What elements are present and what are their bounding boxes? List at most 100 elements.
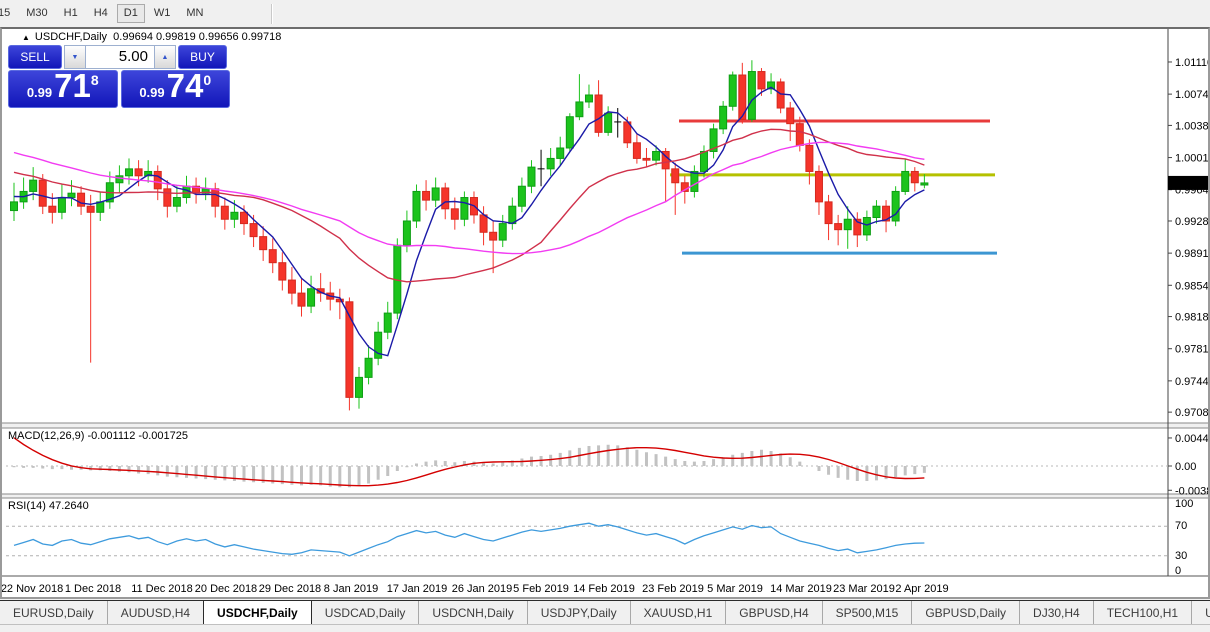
candle-body <box>124 168 133 177</box>
date-axis[interactable]: 22 Nov 2018 1 Dec 2018 11 Dec 2018 20 Dec 2… <box>2 583 949 595</box>
sell-price-button[interactable]: 0.99 71 8 <box>8 69 118 108</box>
price-tick-label: 1.01110 <box>1175 57 1208 69</box>
candle-body <box>450 208 459 220</box>
candle-body <box>891 190 900 222</box>
date-tick-label: 22 Nov 2018 <box>2 583 63 595</box>
timeframe-h1[interactable]: H1 <box>57 4 85 23</box>
candle-body <box>757 71 766 90</box>
chart-tab-gbpusd-daily[interactable]: GBPUSD,Daily <box>911 601 1019 625</box>
timeframe-15[interactable]: 15 <box>0 4 17 23</box>
candle-body <box>422 190 431 201</box>
timeframe-w1[interactable]: W1 <box>147 4 178 23</box>
panel-splitter[interactable] <box>2 494 1208 498</box>
price-tick-label: 0.98180 <box>1175 312 1208 324</box>
candle-body <box>862 217 871 236</box>
chart-tab-usdchf-daily[interactable]: USDCHF,Daily <box>203 600 312 625</box>
volume-increase-button[interactable]: ▲ <box>154 45 176 69</box>
candle-body <box>843 218 852 231</box>
candle-body <box>163 188 172 207</box>
chart-tab-usdcnh-daily[interactable]: USDCNH,Daily <box>418 601 526 625</box>
chart-tab-audusd-h4[interactable]: AUDUSD,H4 <box>106 601 203 625</box>
chart-tab-ukc[interactable]: UKC <box>1191 601 1210 625</box>
date-tick-label: 5 Feb 2019 <box>513 583 569 595</box>
volume-input[interactable]: 5.00 <box>86 45 154 69</box>
date-tick-label: 14 Feb 2019 <box>573 583 635 595</box>
timeframe-d1[interactable]: D1 <box>116 4 145 23</box>
candle-body <box>508 205 517 225</box>
date-tick-label: 1 Dec 2018 <box>65 583 121 595</box>
panel-splitter[interactable] <box>2 423 1208 428</box>
date-tick-label: 26 Jan 2019 <box>452 583 513 595</box>
candle-body <box>460 197 469 220</box>
date-tick-label: 17 Jan 2019 <box>387 583 448 595</box>
volume-decrease-button[interactable]: ▼ <box>64 45 86 69</box>
candle-body <box>134 168 143 177</box>
rsi-axis-label: 30 <box>1175 550 1187 562</box>
candle-body <box>652 150 661 161</box>
candle-body <box>671 168 680 184</box>
candle-body <box>220 205 229 220</box>
date-tick-label: 5 Mar 2019 <box>707 583 763 595</box>
candle-body <box>527 166 536 187</box>
current-price-label: 0.99718 <box>1171 178 1208 190</box>
rsi-axis-label: 70 <box>1175 520 1187 532</box>
date-tick-label: 8 Jan 2019 <box>324 583 378 595</box>
date-tick-label: 11 Dec 2018 <box>131 583 193 595</box>
macd-axis-label: 0.004487 <box>1175 433 1208 445</box>
price-tick-label: 1.00740 <box>1175 89 1208 101</box>
candle-body <box>584 94 593 103</box>
chart-tab-dj30-h4[interactable]: DJ30,H4 <box>1019 601 1093 625</box>
candle-body <box>383 312 392 333</box>
candle-body <box>910 170 919 184</box>
timeframe-h4[interactable]: H4 <box>87 4 115 23</box>
candle-body <box>805 144 814 172</box>
candle-body <box>412 190 421 222</box>
candle-body <box>115 175 124 184</box>
sell-button[interactable]: SELL <box>8 45 62 69</box>
chart-tab-gbpusd-h4[interactable]: GBPUSD,H4 <box>725 601 821 625</box>
sell-price-prefix: 0.99 <box>26 85 53 100</box>
timeframe-mn[interactable]: MN <box>179 4 210 23</box>
candle-body <box>287 279 296 294</box>
candle-body <box>498 223 507 241</box>
candle-body <box>268 249 277 264</box>
chart-tab-eurusd-daily[interactable]: EURUSD,Daily <box>0 601 107 625</box>
buy-price-button[interactable]: 0.99 74 0 <box>120 67 230 108</box>
candle-body <box>431 187 440 201</box>
buy-price-prefix: 0.99 <box>139 85 165 100</box>
chart-tab-tech100-h1[interactable]: TECH100,H1 <box>1092 601 1191 625</box>
candle-body <box>556 147 565 159</box>
chart-window: 1.011101.007401.003801.000100.996400.992… <box>0 27 1210 599</box>
candle-body <box>546 157 555 170</box>
candle-body <box>402 220 411 246</box>
macd-axis-label: -0.003883 <box>1175 485 1208 497</box>
price-chart-canvas[interactable]: 1.011101.007401.003801.000100.996400.992… <box>2 29 1208 597</box>
chart-tab-xauusd-h1[interactable]: XAUUSD,H1 <box>629 601 726 625</box>
timeframe-m30[interactable]: M30 <box>19 4 54 23</box>
buy-price-pip: 0 <box>203 72 212 88</box>
candle-body <box>259 236 268 251</box>
price-tick-label: 1.00010 <box>1175 153 1208 165</box>
candle-body <box>901 170 910 192</box>
candle-body <box>479 214 488 233</box>
candle-body <box>354 376 363 398</box>
date-tick-label: 23 Mar 2019 <box>833 583 895 595</box>
buy-button[interactable]: BUY <box>178 45 227 69</box>
candle-body <box>441 187 450 210</box>
candle-body <box>814 170 823 203</box>
chart-tab-sp500-m15[interactable]: SP500,M15 <box>821 601 912 625</box>
timeframe-bar: 15 M30 H1 H4 D1 W1 MN <box>0 4 211 23</box>
candle-body <box>795 123 804 146</box>
timeframe-toolbar: 15 M30 H1 H4 D1 W1 MN <box>0 0 1210 27</box>
price-tick-label: 0.97440 <box>1175 376 1208 388</box>
chart-tab-usdjpy-daily[interactable]: USDJPY,Daily <box>526 601 630 625</box>
chart-tab-usdcad-daily[interactable]: USDCAD,Daily <box>312 601 419 625</box>
candle-body <box>48 205 57 213</box>
candle-body <box>29 179 38 192</box>
candle-body <box>57 197 66 213</box>
buy-price-main: 74 <box>166 67 204 104</box>
price-tick-label: 0.98910 <box>1175 248 1208 260</box>
candle-body <box>239 211 248 225</box>
candle-body <box>38 179 47 207</box>
candle-body <box>67 192 76 199</box>
